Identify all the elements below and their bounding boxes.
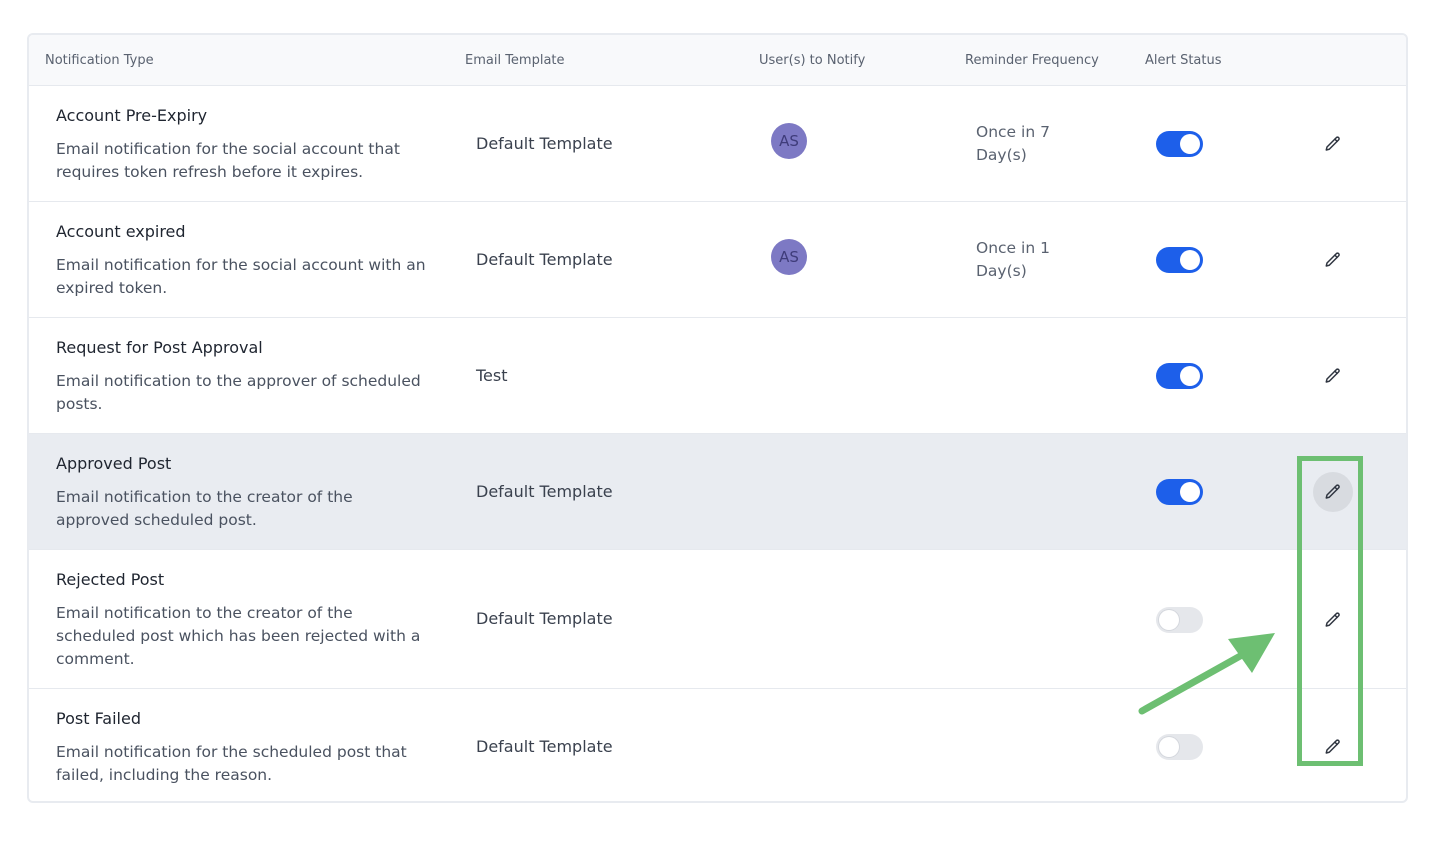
notification-description: Email notification for the social accoun… — [56, 140, 400, 181]
email-template-name: Default Template — [476, 609, 613, 628]
header-alert-status: Alert Status — [1145, 53, 1222, 68]
alert-status-toggle[interactable] — [1156, 734, 1203, 760]
notification-title: Account Pre-Expiry — [56, 106, 208, 125]
notification-description: Email notification to the creator of the… — [56, 488, 353, 529]
notification-description: Email notification for the scheduled pos… — [56, 743, 407, 784]
notification-title: Account expired — [56, 222, 186, 241]
header-reminder-frequency: Reminder Frequency — [965, 53, 1099, 68]
email-template-name: Test — [476, 366, 508, 385]
user-avatar[interactable]: AS — [771, 239, 807, 275]
reminder-frequency: Once in 7 Day(s) — [976, 123, 1050, 164]
user-avatar[interactable]: AS — [771, 123, 807, 159]
table-row: Account Pre-Expiry Email notification fo… — [29, 86, 1406, 202]
reminder-frequency: Once in 1 Day(s) — [976, 239, 1050, 280]
toggle-knob — [1180, 250, 1200, 270]
email-template-name: Default Template — [476, 250, 613, 269]
alert-status-toggle[interactable] — [1156, 247, 1203, 273]
notification-title: Request for Post Approval — [56, 338, 263, 357]
pencil-icon — [1325, 252, 1340, 267]
toggle-knob — [1180, 134, 1200, 154]
table-row: Request for Post Approval Email notifica… — [29, 318, 1406, 434]
annotation-arrow-icon — [1138, 633, 1275, 715]
edit-button[interactable] — [1313, 356, 1353, 396]
table-row: Approved Post Email notification to the … — [29, 434, 1406, 550]
edit-button[interactable] — [1313, 124, 1353, 164]
toggle-knob — [1180, 482, 1200, 502]
header-notification-type: Notification Type — [45, 53, 154, 68]
notification-title: Approved Post — [56, 454, 172, 473]
pencil-icon — [1325, 368, 1340, 383]
alert-status-toggle[interactable] — [1156, 363, 1203, 389]
toggle-knob — [1159, 737, 1179, 757]
header-users-to-notify: User(s) to Notify — [759, 53, 866, 68]
alert-status-toggle[interactable] — [1156, 131, 1203, 157]
pencil-icon — [1325, 136, 1340, 151]
annotation-highlight-box — [1297, 456, 1363, 766]
notification-description: Email notification to the approver of sc… — [56, 372, 421, 413]
toggle-knob — [1180, 366, 1200, 386]
email-template-name: Default Template — [476, 737, 613, 756]
edit-button[interactable] — [1313, 240, 1353, 280]
header-email-template: Email Template — [465, 53, 565, 68]
table-row: Account expired Email notification for t… — [29, 202, 1406, 318]
table-header: Notification Type Email Template User(s)… — [29, 35, 1406, 86]
email-template-name: Default Template — [476, 134, 613, 153]
notification-description: Email notification for the social accoun… — [56, 256, 426, 297]
notification-title: Post Failed — [56, 709, 141, 728]
alert-status-toggle[interactable] — [1156, 479, 1203, 505]
notification-title: Rejected Post — [56, 570, 165, 589]
email-template-name: Default Template — [476, 482, 613, 501]
notification-description: Email notification to the creator of the… — [56, 604, 421, 668]
